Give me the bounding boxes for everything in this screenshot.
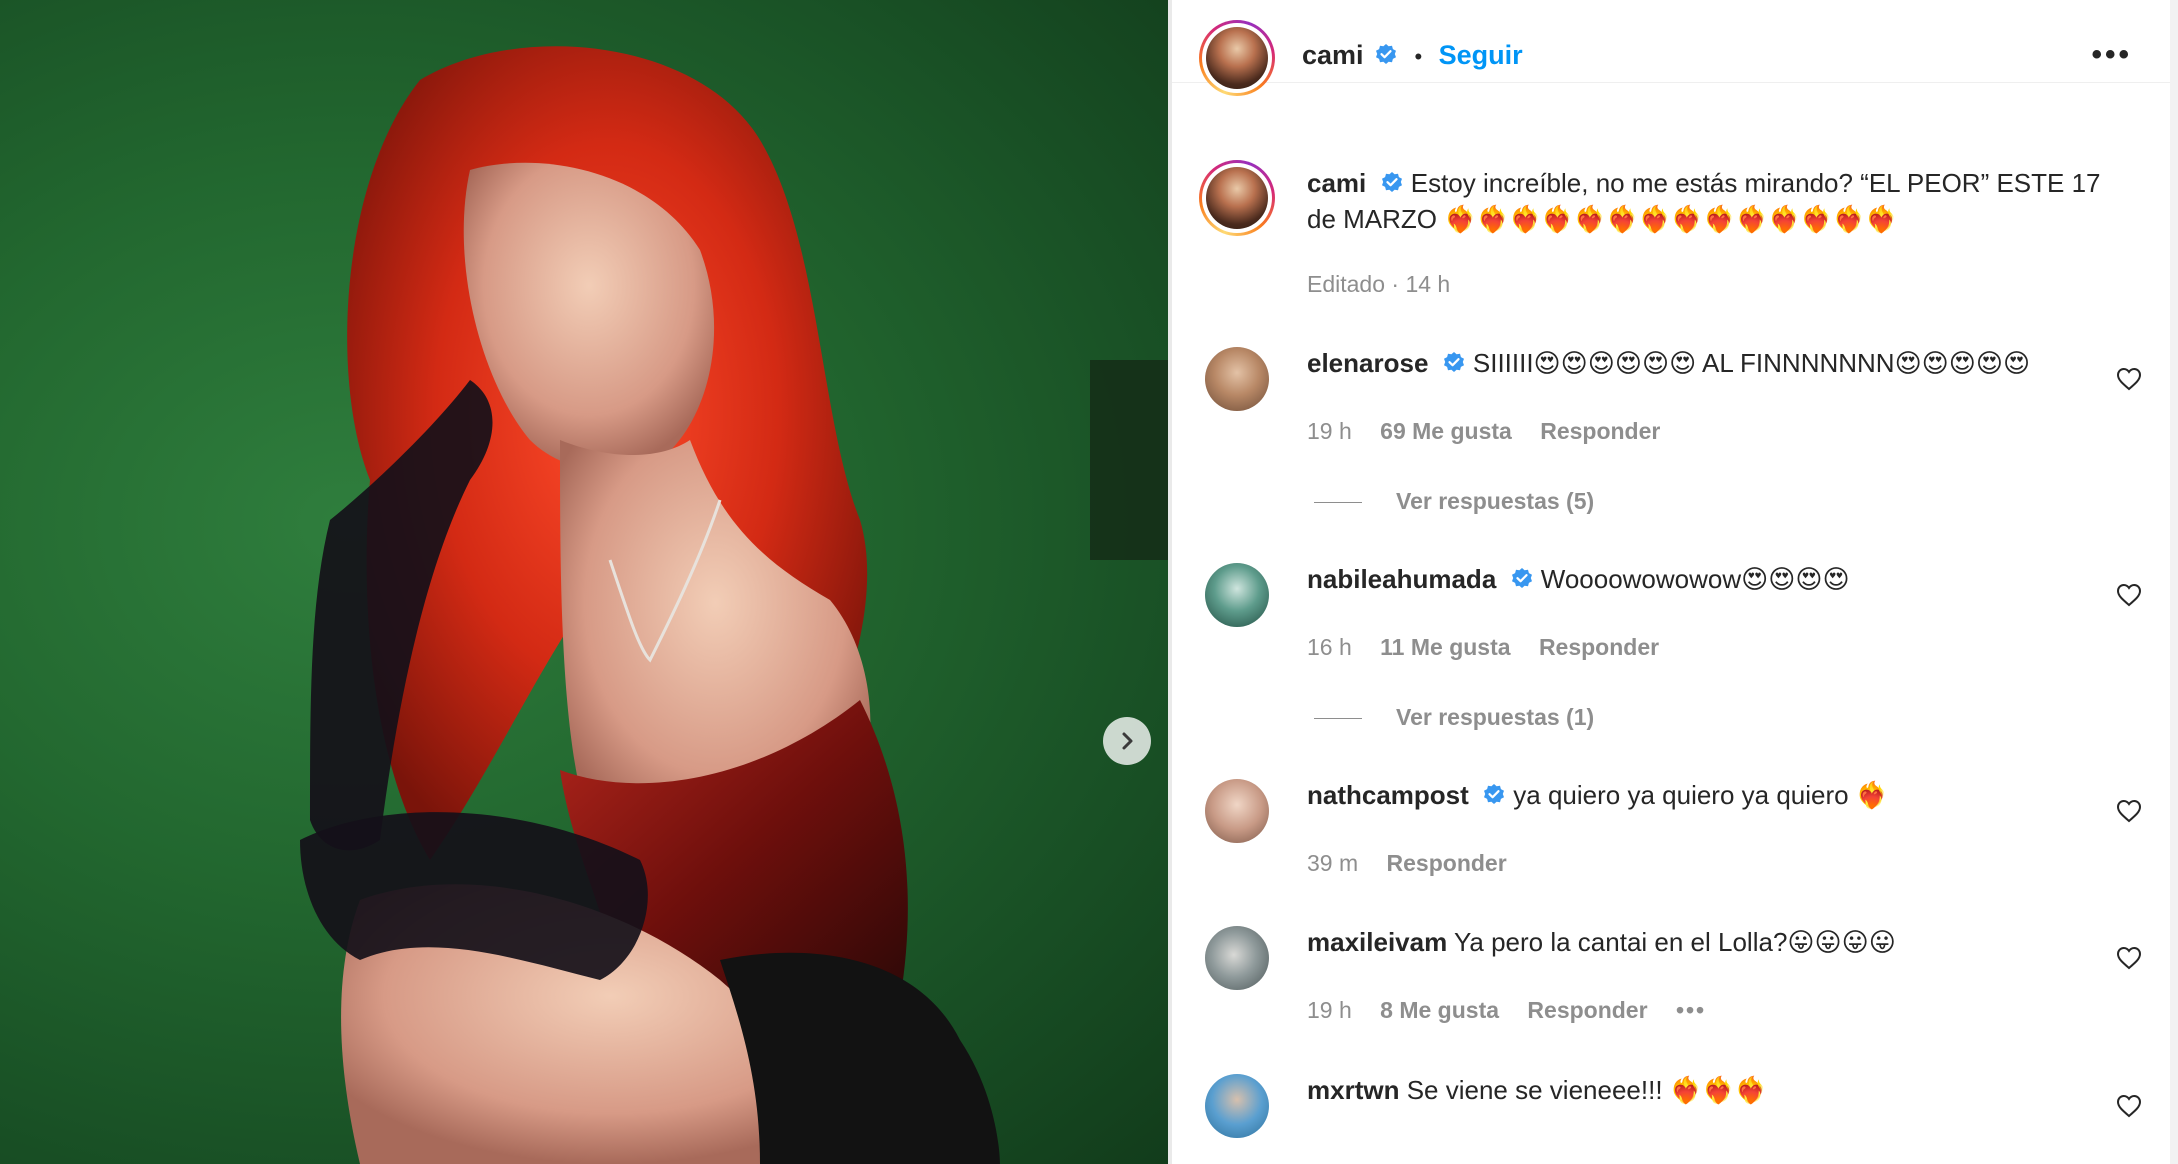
commenter-avatar[interactable] — [1205, 1074, 1269, 1138]
commenter-username[interactable]: elenarose — [1307, 348, 1428, 378]
next-slide-button[interactable] — [1103, 717, 1151, 765]
comment-likes[interactable]: 8 Me gusta — [1380, 997, 1499, 1023]
comment-text: SIIIIII😍😍😍😍😍😍 AL FINNNNNNN😍😍😍😍😍 — [1472, 348, 2031, 378]
verified-badge-icon — [1511, 568, 1532, 588]
like-comment-heart-icon[interactable] — [2116, 367, 2142, 391]
commenter-avatar[interactable] — [1205, 926, 1269, 990]
comment-time: 39 m — [1307, 850, 1359, 876]
post-media[interactable] — [0, 0, 1168, 1164]
comment-time: 19 h — [1307, 418, 1352, 444]
post-header: cami • Seguir ••• — [1172, 0, 2170, 96]
author-avatar[interactable] — [1199, 20, 1275, 96]
comment-text: Woooowowowow😍😍😍😍 — [1540, 564, 1850, 594]
view-replies-button[interactable]: Ver respuestas (1) — [1314, 704, 1594, 731]
caption-avatar[interactable] — [1199, 160, 1275, 236]
reply-button[interactable]: Responder — [1387, 850, 1507, 876]
post-side-panel: cami • Seguir ••• cami Estoy increíble, … — [1172, 0, 2170, 1164]
reply-button[interactable]: Responder — [1540, 418, 1660, 444]
post-photo — [300, 46, 1168, 1164]
verified-badge-icon — [1381, 172, 1402, 192]
commenter-avatar[interactable] — [1205, 779, 1269, 843]
panel-scrollbar[interactable] — [2170, 0, 2178, 1164]
chevron-right-icon — [1122, 732, 1133, 750]
post-caption: cami Estoy increíble, no me estás mirand… — [1307, 165, 2127, 237]
reply-button[interactable]: Responder — [1527, 997, 1647, 1023]
reply-button[interactable]: Responder — [1539, 634, 1659, 660]
verified-badge-icon — [1376, 44, 1396, 64]
follow-button[interactable]: Seguir — [1439, 40, 1523, 70]
author-username[interactable]: cami — [1302, 40, 1364, 70]
comment-time: 16 h — [1307, 634, 1352, 660]
commenter-username[interactable]: nabileahumada — [1307, 564, 1496, 594]
caption-text: Estoy increíble, no me estás mirando? “E… — [1307, 168, 2101, 234]
like-comment-heart-icon[interactable] — [2116, 1094, 2142, 1118]
header-separator: • — [1414, 44, 1423, 69]
comment-likes[interactable]: 11 Me gusta — [1380, 634, 1510, 660]
commenter-username[interactable]: maxileivam — [1307, 927, 1447, 957]
verified-badge-icon — [1443, 352, 1464, 372]
comment-text: Se viene se vieneee!!! ❤️‍🔥❤️‍🔥❤️‍🔥 — [1406, 1075, 1767, 1105]
comment-time: 19 h — [1307, 997, 1352, 1023]
commenter-username[interactable]: nathcampost — [1307, 780, 1469, 810]
commenter-username[interactable]: mxrtwn — [1307, 1075, 1399, 1105]
like-comment-heart-icon[interactable] — [2116, 946, 2142, 970]
commenter-avatar[interactable] — [1205, 347, 1269, 411]
comment-text: Ya pero la cantai en el Lolla?😛😛😛😛 — [1453, 927, 1896, 957]
caption-meta: Editado · 14 h — [1307, 271, 1451, 297]
comment-text: ya quiero ya quiero ya quiero ❤️‍🔥 — [1513, 780, 1889, 810]
view-replies-button[interactable]: Ver respuestas (5) — [1314, 488, 1594, 515]
like-comment-heart-icon[interactable] — [2116, 799, 2142, 823]
verified-badge-icon — [1484, 784, 1505, 804]
commenter-avatar[interactable] — [1205, 563, 1269, 627]
comment-likes[interactable]: 69 Me gusta — [1380, 418, 1512, 444]
comment-options-icon[interactable]: ••• — [1676, 997, 1706, 1023]
caption-username[interactable]: cami — [1307, 168, 1366, 198]
more-options-icon[interactable]: ••• — [2091, 40, 2132, 70]
like-comment-heart-icon[interactable] — [2116, 583, 2142, 607]
